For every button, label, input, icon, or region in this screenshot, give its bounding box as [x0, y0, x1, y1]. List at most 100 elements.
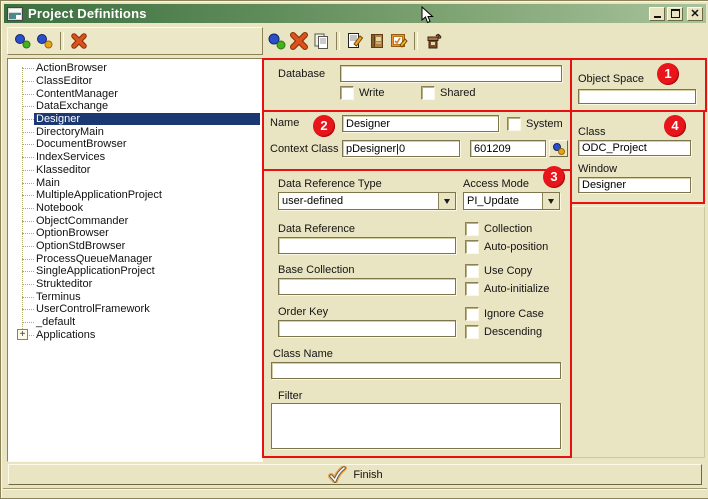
tree-item-label: MultipleApplicationProject [34, 189, 164, 201]
finish-button[interactable]: Finish [8, 464, 702, 485]
tree-item-DirectoryMain[interactable]: DirectoryMain [8, 125, 260, 138]
tree-item-label: ProcessQueueManager [34, 253, 154, 265]
object-space-label: Object Space [578, 73, 644, 85]
tree-item-Designer[interactable]: Designer [8, 113, 260, 126]
tree-item-IndexServices[interactable]: IndexServices [8, 151, 260, 164]
delete-icon[interactable] [68, 30, 90, 52]
tree-item-UserControlFramework[interactable]: UserControlFramework [8, 303, 260, 316]
use-copy-checkbox[interactable] [465, 264, 479, 278]
tree-item-label: Main [34, 177, 62, 189]
class-label: Class [578, 126, 606, 138]
auto-position-checkbox-label: Auto-position [484, 241, 548, 253]
context-class-id-input[interactable] [470, 140, 546, 157]
object-space-input[interactable] [578, 89, 696, 104]
tree-item-Main[interactable]: Main [8, 176, 260, 189]
data-reference-input[interactable] [278, 237, 456, 254]
order-key-input[interactable] [278, 320, 456, 337]
title-bar[interactable]: Project Definitions ✕ [4, 4, 706, 23]
tree-item-label: IndexServices [34, 151, 107, 163]
use-copy-checkbox-label: Use Copy [484, 265, 532, 277]
tree-item-_default[interactable]: _default [8, 316, 260, 329]
context-class-label: Context Class [270, 143, 338, 155]
tree-item-Terminus[interactable]: Terminus [8, 290, 260, 303]
minimize-button[interactable] [649, 7, 665, 21]
filter-textarea[interactable] [271, 403, 561, 449]
tree-item-ActionBrowser[interactable]: ActionBrowser [8, 62, 260, 75]
app-window-icon [7, 7, 23, 21]
ignore-case-checkbox-label: Ignore Case [484, 308, 544, 320]
annotation-badge-1: 1 [657, 63, 679, 85]
assign-object-icon[interactable] [34, 30, 56, 52]
class-name-input[interactable] [271, 362, 561, 379]
new-object-icon[interactable] [266, 30, 288, 52]
write-checkbox-group: Write [340, 86, 384, 100]
maximize-button[interactable] [667, 7, 683, 21]
data-reference-type-select[interactable]: user-defined [278, 192, 456, 210]
tree-item-OptionBrowser[interactable]: OptionBrowser [8, 227, 260, 240]
right-spacer-panel [570, 206, 705, 458]
window-label: Window [578, 163, 617, 175]
database-label: Database [278, 68, 325, 80]
class-input[interactable] [578, 140, 691, 156]
tree-item-DataExchange[interactable]: DataExchange [8, 100, 260, 113]
tree-item-DocumentBrowser[interactable]: DocumentBrowser [8, 138, 260, 151]
tree-item-label: DataExchange [34, 100, 110, 112]
tree-item-ProcessQueueManager[interactable]: ProcessQueueManager [8, 252, 260, 265]
catalog-icon[interactable] [366, 30, 388, 52]
auto-position-checkbox[interactable] [465, 240, 479, 254]
window-input[interactable] [578, 177, 691, 193]
tree-item-ObjectCommander[interactable]: ObjectCommander [8, 214, 260, 227]
tree-item-OptionStdBrowser[interactable]: OptionStdBrowser [8, 240, 260, 253]
close-button[interactable]: ✕ [687, 7, 703, 21]
checkmark-icon [327, 466, 347, 483]
tree-item-Applications[interactable]: + Applications [8, 328, 260, 341]
write-checkbox[interactable] [340, 86, 354, 100]
collection-checkbox[interactable] [465, 222, 479, 236]
tree-item-MultipleApplicationProject[interactable]: MultipleApplicationProject [8, 189, 260, 202]
tree-item-ClassEditor[interactable]: ClassEditor [8, 75, 260, 88]
system-checkbox[interactable] [507, 117, 521, 131]
chevron-down-icon[interactable] [542, 193, 559, 209]
tree-item-label: ContentManager [34, 88, 120, 100]
auto-initialize-checkbox[interactable] [465, 282, 479, 296]
tree-item-label: Notebook [34, 202, 85, 214]
window-bottom-groove [3, 488, 707, 490]
close-icon: ✕ [690, 9, 699, 19]
tree-item-label: Applications [34, 329, 97, 341]
context-class-input[interactable] [342, 140, 460, 157]
tree-item-label: UserControlFramework [34, 303, 152, 315]
name-input[interactable] [342, 115, 499, 132]
delete-icon[interactable] [288, 30, 310, 52]
tree-item-Klasseditor[interactable]: Klasseditor [8, 164, 260, 177]
database-input[interactable] [340, 65, 562, 82]
project-tree[interactable]: ActionBrowserClassEditorContentManagerDa… [7, 58, 263, 462]
preview-edit-icon[interactable] [388, 30, 410, 52]
project-definitions-window: Project Definitions ✕ [0, 0, 708, 499]
descending-checkbox[interactable] [465, 325, 479, 339]
tree-toolbar [7, 27, 263, 55]
auto-initialize-checkbox-label: Auto-initialize [484, 283, 549, 295]
expand-plus-icon[interactable]: + [17, 329, 28, 340]
base-collection-input[interactable] [278, 278, 456, 295]
tree-item-label: ClassEditor [34, 75, 94, 87]
tree-item-SingleApplicationProject[interactable]: SingleApplicationProject [8, 265, 260, 278]
name-label: Name [270, 117, 299, 129]
tree-item-Notebook[interactable]: Notebook [8, 202, 260, 215]
chevron-down-icon[interactable] [438, 193, 455, 209]
access-mode-select[interactable]: PI_Update [463, 192, 560, 210]
new-object-icon[interactable] [12, 30, 34, 52]
copy-icon[interactable] [310, 30, 332, 52]
context-class-picker-button[interactable] [549, 140, 568, 157]
filter-label: Filter [278, 390, 302, 402]
tree-item-Strukteditor[interactable]: Strukteditor [8, 278, 260, 291]
data-reference-type-value: user-defined [279, 193, 438, 209]
shared-checkbox[interactable] [421, 86, 435, 100]
compile-icon[interactable] [422, 30, 444, 52]
annotation-badge-3: 3 [543, 166, 565, 188]
toolbar-separator [414, 32, 418, 50]
class-name-label: Class Name [273, 348, 333, 360]
edit-properties-icon[interactable] [344, 30, 366, 52]
ignore-case-checkbox[interactable] [465, 307, 479, 321]
tree-item-ContentManager[interactable]: ContentManager [8, 87, 260, 100]
annotation-badge-4: 4 [664, 115, 686, 137]
